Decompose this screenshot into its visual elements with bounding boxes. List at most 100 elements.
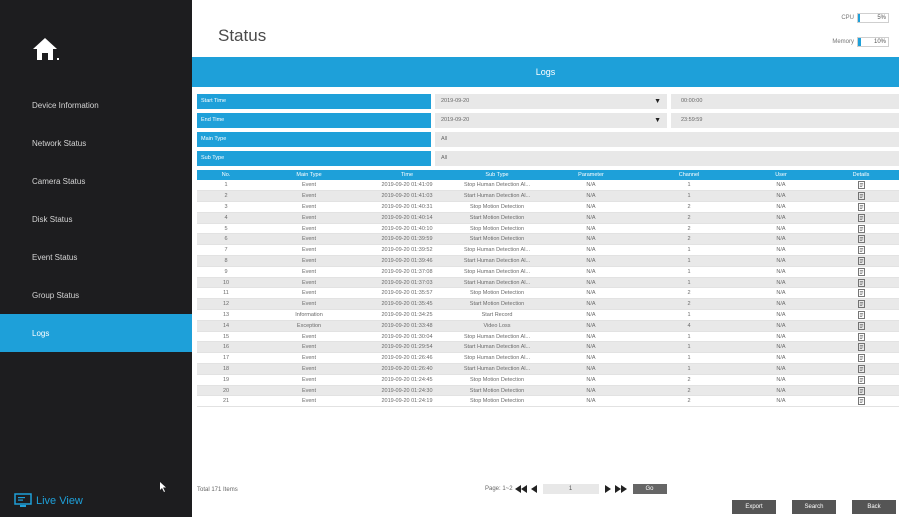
cell-user: N/A [739, 277, 823, 289]
cell-user: N/A [739, 190, 823, 203]
back-button[interactable]: Back [852, 500, 896, 514]
sidebar-item-label: Network Status [32, 138, 87, 148]
cell-sub-type: Stop Motion Detection [451, 287, 543, 300]
start-date-select[interactable]: 2019-09-20 ▼ [435, 94, 667, 109]
sub-type-row: Sub Type All [197, 151, 899, 166]
main-type-select[interactable]: All [435, 132, 899, 147]
document-icon[interactable] [857, 365, 865, 373]
cell-details [823, 277, 899, 289]
go-button[interactable]: Go [632, 484, 667, 494]
table-row: 18 Event 2019-09-20 01:26:40 Start Human De… [197, 363, 899, 375]
cpu-meter: CPU 5% [841, 13, 889, 23]
home-icon[interactable] [30, 36, 60, 62]
document-icon[interactable] [857, 278, 865, 287]
column-header-no: No. [197, 170, 255, 180]
sidebar-item-label: Group Status [32, 290, 80, 300]
cell-no: 7 [197, 244, 255, 257]
cell-no: 12 [197, 298, 255, 311]
cell-main-type: Event [255, 244, 363, 257]
cell-sub-type: Stop Human Detection Al... [451, 352, 543, 365]
cell-details [823, 341, 899, 354]
sidebar: Device Information Network Status Camera S… [0, 0, 192, 517]
cell-time: 2019-09-20 01:41:03 [363, 190, 451, 203]
sidebar-item-label: Disk Status [32, 214, 73, 224]
cell-time: 2019-09-20 01:35:45 [363, 298, 451, 311]
sidebar-item-disk-status[interactable]: Disk Status [0, 200, 192, 238]
document-icon[interactable] [857, 235, 865, 244]
document-icon[interactable] [857, 321, 865, 330]
cell-no: 5 [197, 223, 255, 235]
live-view-button[interactable]: Live View [14, 493, 83, 508]
cell-sub-type: Start Motion Detection [451, 298, 543, 311]
sidebar-item-device-information[interactable]: Device Information [0, 86, 192, 124]
cell-user: N/A [739, 385, 823, 397]
sub-type-select[interactable]: All [435, 151, 899, 166]
main-type-label: Main Type [197, 132, 431, 147]
cell-no: 11 [197, 287, 255, 300]
start-time-label: Start Time [197, 94, 431, 109]
memory-label: Memory [832, 39, 854, 45]
cell-main-type: Event [255, 341, 363, 354]
memory-bar: 10% [857, 37, 889, 47]
document-icon[interactable] [857, 181, 865, 190]
document-icon[interactable] [857, 397, 865, 406]
page-number-input[interactable]: 1 [542, 484, 599, 494]
document-icon[interactable] [857, 354, 865, 363]
cell-channel: 2 [639, 298, 739, 311]
cell-parameter: N/A [543, 395, 639, 408]
table-row: 7 Event 2019-09-20 01:39:52 Stop Human Dete… [197, 244, 899, 257]
end-time-input[interactable]: 23:59:59 [671, 113, 899, 128]
sidebar-item-camera-status[interactable]: Camera Status [0, 162, 192, 200]
sidebar-item-network-status[interactable]: Network Status [0, 124, 192, 162]
cell-user: N/A [739, 255, 823, 267]
cell-details [823, 363, 899, 375]
cell-time: 2019-09-20 01:26:40 [363, 363, 451, 375]
first-page-icon[interactable] [514, 485, 527, 493]
document-icon[interactable] [857, 267, 865, 276]
sidebar-item-label: Event Status [32, 252, 78, 262]
cell-time: 2019-09-20 01:37:03 [363, 277, 451, 289]
prev-page-icon[interactable] [530, 485, 537, 493]
start-time-input[interactable]: 00:00:00 [671, 94, 899, 109]
document-icon[interactable] [857, 192, 865, 201]
sidebar-item-event-status[interactable]: Event Status [0, 238, 192, 276]
table-row: 5 Event 2019-09-20 01:40:10 Stop Motion Det… [197, 223, 899, 235]
sidebar-item-group-status[interactable]: Group Status [0, 276, 192, 314]
search-button[interactable]: Search [792, 500, 836, 514]
cell-details [823, 374, 899, 386]
document-icon[interactable] [857, 343, 865, 352]
cell-channel: 1 [639, 190, 739, 203]
next-page-icon[interactable] [604, 485, 611, 493]
cell-main-type: Event [255, 385, 363, 397]
cell-time: 2019-09-20 01:39:59 [363, 233, 451, 246]
document-icon[interactable] [857, 289, 865, 298]
document-icon[interactable] [857, 203, 865, 211]
sidebar-item-logs[interactable]: Logs [0, 314, 192, 352]
end-date-select[interactable]: 2019-09-20 ▼ [435, 113, 667, 128]
document-icon[interactable] [857, 300, 865, 309]
cell-main-type: Event [255, 255, 363, 267]
cell-parameter: N/A [543, 212, 639, 224]
document-icon[interactable] [857, 386, 865, 395]
cell-no: 4 [197, 212, 255, 224]
sidebar-item-label: Camera Status [32, 176, 86, 186]
export-button[interactable]: Export [732, 500, 776, 514]
column-header-user: User [739, 170, 823, 180]
cell-details [823, 180, 899, 192]
table-row: 10 Event 2019-09-20 01:37:03 Start Human De… [197, 277, 899, 289]
cell-channel: 1 [639, 255, 739, 267]
memory-value: 10% [873, 39, 886, 45]
document-icon[interactable] [857, 311, 865, 319]
cell-no: 15 [197, 331, 255, 343]
table-row: 8 Event 2019-09-20 01:39:46 Start Human Det… [197, 255, 899, 267]
document-icon[interactable] [857, 332, 865, 341]
last-page-icon[interactable] [614, 485, 627, 493]
document-icon[interactable] [857, 257, 865, 265]
cell-user: N/A [739, 223, 823, 235]
cell-no: 1 [197, 180, 255, 192]
document-icon[interactable] [857, 246, 865, 255]
cell-sub-type: Stop Motion Detection [451, 395, 543, 408]
document-icon[interactable] [857, 375, 865, 384]
document-icon[interactable] [857, 213, 865, 222]
document-icon[interactable] [857, 224, 865, 233]
